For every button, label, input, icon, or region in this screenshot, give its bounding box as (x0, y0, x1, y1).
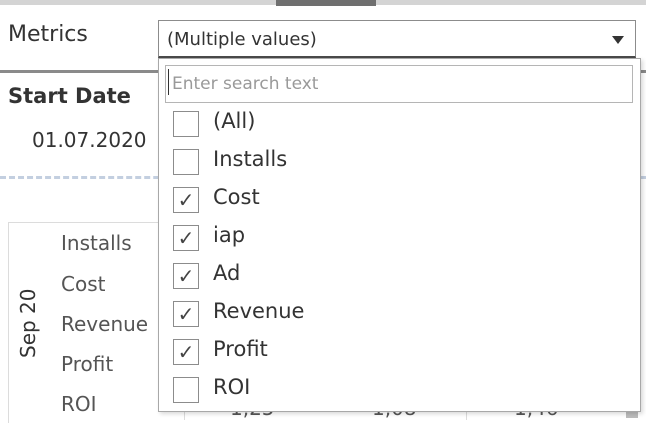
checkmark-icon: ✓ (177, 188, 195, 212)
option-label: Installs (213, 147, 288, 171)
option-label: (All) (213, 109, 256, 133)
checkbox[interactable]: ✓ (173, 225, 199, 251)
text-cursor (168, 69, 169, 95)
checkbox[interactable]: ✓ (173, 187, 199, 213)
checkbox[interactable] (173, 149, 199, 175)
checkmark-icon: ✓ (177, 340, 195, 364)
checkmark-icon: ✓ (177, 264, 195, 288)
active-tab-indicator (276, 0, 376, 6)
start-date-label: Start Date (8, 84, 131, 108)
metrics-select[interactable]: (Multiple values) (158, 20, 636, 58)
option-roi[interactable]: ROI (159, 373, 640, 411)
option-label: ROI (213, 375, 251, 399)
option-revenue[interactable]: ✓ Revenue (159, 297, 640, 335)
checkbox[interactable] (173, 111, 199, 137)
row-label-revenue: Revenue (61, 312, 149, 336)
metrics-filter-label: Metrics (8, 22, 88, 47)
option-label: Profit (213, 337, 268, 361)
row-header-month: Sep 20 (16, 288, 40, 358)
option-profit[interactable]: ✓ Profit (159, 335, 640, 373)
checkbox[interactable]: ✓ (173, 301, 199, 327)
row-label-profit: Profit (61, 352, 114, 376)
row-label-roi: ROI (61, 392, 97, 416)
metrics-dropdown-panel: (All) Installs ✓ Cost ✓ iap ✓ Ad ✓ Reven… (158, 58, 641, 412)
metrics-select-value: (Multiple values) (167, 29, 317, 50)
option-cost[interactable]: ✓ Cost (159, 183, 640, 221)
checkmark-icon: ✓ (177, 226, 195, 250)
search-input[interactable] (165, 65, 633, 103)
checkbox[interactable] (173, 377, 199, 403)
option-ad[interactable]: ✓ Ad (159, 259, 640, 297)
option-label: Revenue (213, 299, 305, 323)
row-label-installs: Installs (61, 231, 132, 255)
checkbox[interactable]: ✓ (173, 263, 199, 289)
option-installs[interactable]: Installs (159, 145, 640, 183)
checkmark-icon: ✓ (177, 302, 195, 326)
option-all[interactable]: (All) (159, 107, 640, 145)
chevron-down-icon[interactable] (612, 36, 624, 44)
option-iap[interactable]: ✓ iap (159, 221, 640, 259)
start-date-value[interactable]: 01.07.2020 (32, 128, 147, 152)
row-label-cost: Cost (61, 272, 106, 296)
option-list: (All) Installs ✓ Cost ✓ iap ✓ Ad ✓ Reven… (159, 107, 640, 411)
option-label: Ad (213, 261, 241, 285)
checkbox[interactable]: ✓ (173, 339, 199, 365)
option-label: iap (213, 223, 246, 247)
option-label: Cost (213, 185, 260, 209)
